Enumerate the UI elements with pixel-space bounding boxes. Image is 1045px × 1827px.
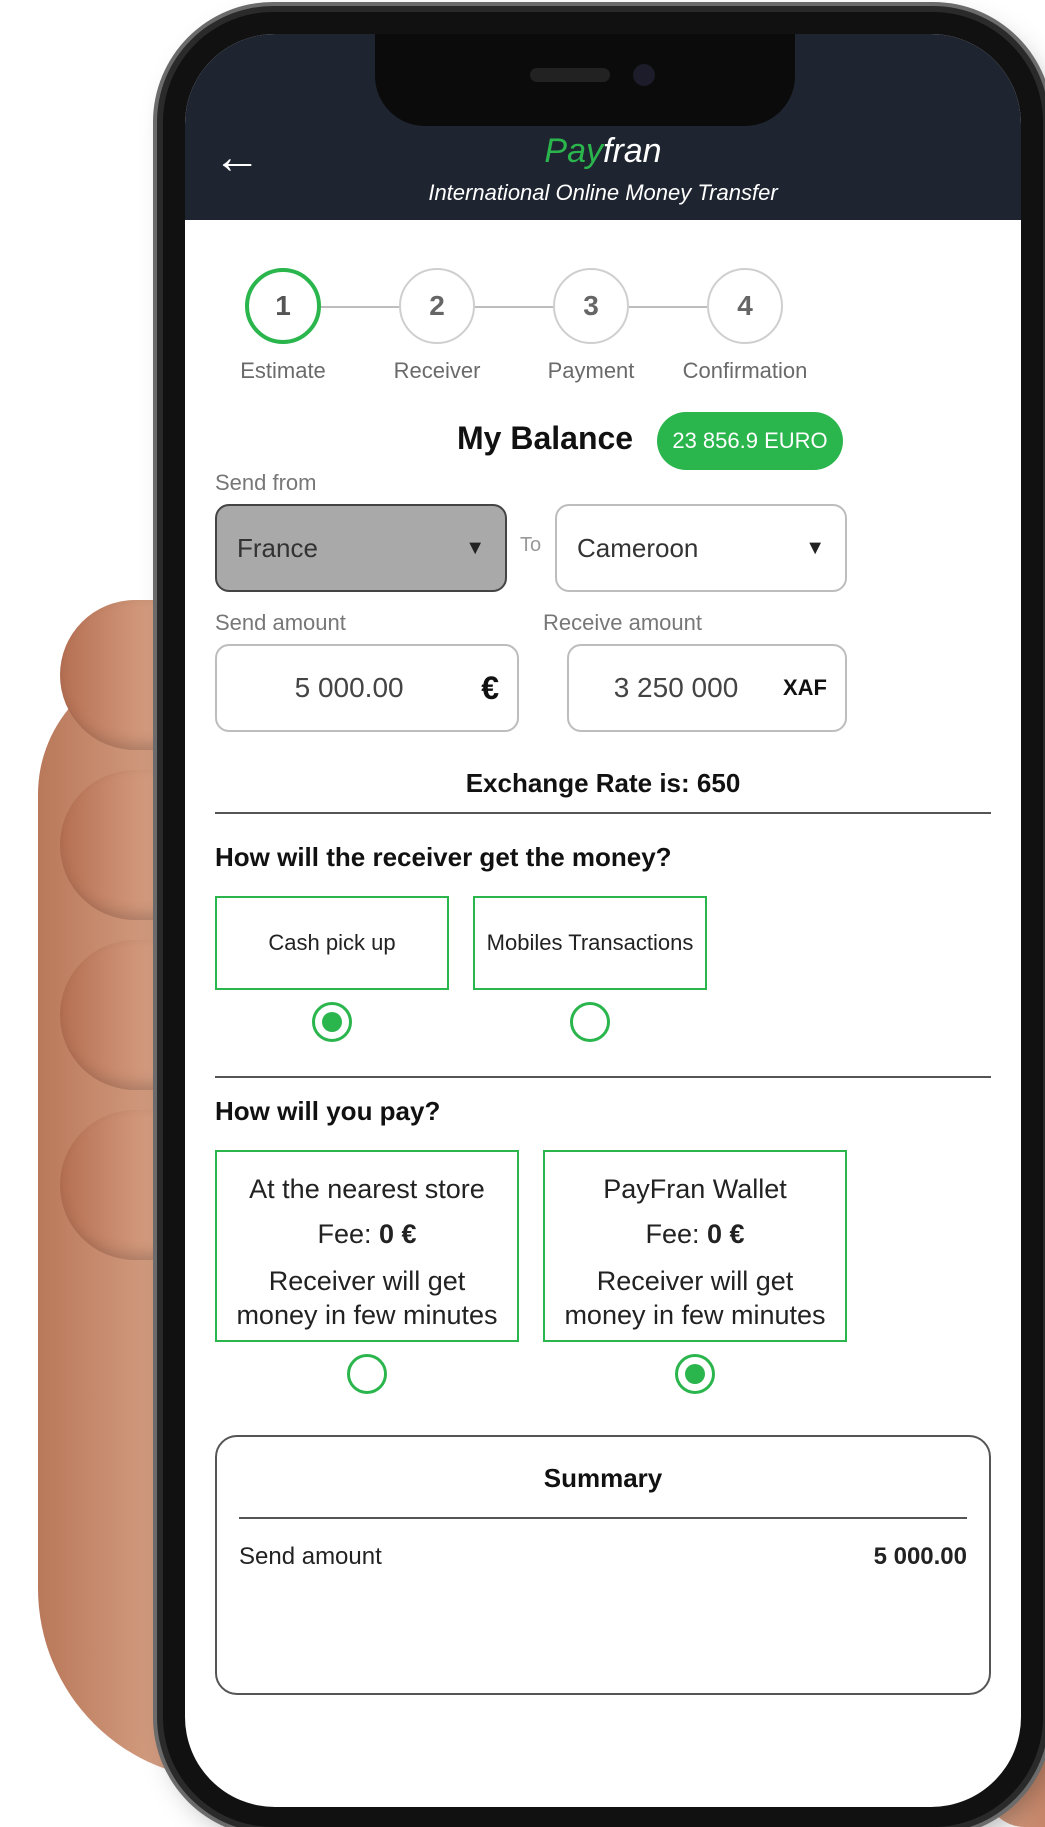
send-amount-field[interactable]: 5 000.00 € bbox=[215, 644, 519, 732]
receive-method-question: How will the receiver get the money? bbox=[215, 842, 672, 872]
radio-mobile-transactions[interactable] bbox=[570, 1002, 610, 1042]
summary-value: 5 000.00 bbox=[873, 1543, 967, 1570]
app-tagline: International Online Money Transfer bbox=[428, 180, 778, 205]
send-amount-value: 5 000.00 bbox=[294, 672, 404, 703]
summary-title: Summary bbox=[543, 1463, 663, 1493]
step-circle: 1 bbox=[245, 268, 321, 344]
pay-option-title: At the nearest store bbox=[249, 1174, 485, 1204]
option-label: Cash pick up bbox=[268, 930, 396, 955]
balance-title: My Balance bbox=[457, 420, 634, 456]
step-payment[interactable]: 3 Payment bbox=[548, 268, 634, 383]
phone-notch bbox=[375, 34, 795, 126]
radio-cash-pickup[interactable] bbox=[312, 1002, 352, 1042]
step-circle: 2 bbox=[399, 268, 475, 344]
step-label: Estimate bbox=[240, 358, 326, 383]
speaker bbox=[530, 68, 610, 82]
fee-label: Fee: bbox=[317, 1219, 372, 1249]
step-connector bbox=[321, 306, 399, 308]
step-circle: 4 bbox=[707, 268, 783, 344]
send-from-label: Send from bbox=[215, 470, 317, 495]
summary-card: Summary Send amount 5 000.00 bbox=[215, 1435, 991, 1695]
chevron-down-icon: ▼ bbox=[805, 536, 825, 559]
euro-icon: € bbox=[481, 669, 499, 706]
step-connector bbox=[629, 306, 707, 308]
step-circle: 3 bbox=[553, 268, 629, 344]
pay-option-store[interactable]: At the nearest store Fee: 0 € Receiver w… bbox=[215, 1150, 519, 1342]
step-receiver[interactable]: 2 Receiver bbox=[394, 268, 480, 383]
receive-amount-value: 3 250 000 bbox=[613, 672, 739, 703]
brand-fran: fran bbox=[603, 132, 662, 170]
from-country-value: France bbox=[237, 532, 318, 563]
step-connector bbox=[475, 306, 553, 308]
phone-screen: ← Payfran International Online Money Tra… bbox=[185, 34, 1021, 1807]
option-cash-pickup[interactable]: Cash pick up bbox=[215, 896, 449, 990]
pay-option-desc: Receiver will get money in few minutes bbox=[217, 1264, 517, 1332]
step-confirmation[interactable]: 4 Confirmation bbox=[683, 268, 807, 383]
summary-row: Send amount 5 000.00 bbox=[239, 1543, 967, 1571]
divider bbox=[215, 812, 991, 814]
receive-currency: XAF bbox=[783, 675, 827, 700]
balance-badge: 23 856.9 EURO bbox=[657, 412, 843, 470]
pay-option-wallet[interactable]: PayFran Wallet Fee: 0 € Receiver will ge… bbox=[543, 1150, 847, 1342]
step-label: Confirmation bbox=[682, 358, 808, 383]
step-label: Payment bbox=[547, 358, 635, 383]
pay-option-desc: Receiver will get money in few minutes bbox=[545, 1264, 845, 1332]
send-amount-label: Send amount bbox=[215, 610, 346, 635]
radio-pay-wallet[interactable] bbox=[675, 1354, 715, 1394]
desc-line: money in few minutes bbox=[564, 1300, 826, 1330]
summary-divider bbox=[239, 1517, 967, 1519]
stepper: 1 Estimate 2 Receiver 3 Payment 4 Confir… bbox=[240, 248, 865, 383]
from-country-select[interactable]: France ▼ bbox=[215, 504, 507, 592]
fee-value: 0 € bbox=[707, 1219, 745, 1249]
receive-amount-label: Receive amount bbox=[543, 610, 702, 635]
summary-label: Send amount bbox=[239, 1543, 382, 1570]
radio-pay-store[interactable] bbox=[347, 1354, 387, 1394]
fee-value: 0 € bbox=[379, 1219, 417, 1249]
brand-logo: Payfran bbox=[185, 132, 1021, 171]
step-label: Receiver bbox=[393, 358, 481, 383]
to-country-value: Cameroon bbox=[577, 532, 699, 563]
fee-label: Fee: bbox=[645, 1219, 700, 1249]
divider bbox=[215, 1076, 991, 1078]
brand-pay: Pay bbox=[544, 132, 603, 170]
receive-amount-field[interactable]: 3 250 000 XAF bbox=[567, 644, 847, 732]
pay-method-question: How will you pay? bbox=[215, 1096, 441, 1126]
pay-option-fee: Fee: 0 € bbox=[217, 1219, 517, 1250]
phone-frame: ← Payfran International Online Money Tra… bbox=[163, 12, 1043, 1827]
to-label: To bbox=[520, 534, 542, 556]
pay-option-title: PayFran Wallet bbox=[603, 1174, 787, 1204]
option-mobile-transactions[interactable]: Mobiles Transactions bbox=[473, 896, 707, 990]
desc-line: Receiver will get bbox=[596, 1266, 794, 1296]
exchange-rate: Exchange Rate is: 650 bbox=[465, 768, 741, 798]
desc-line: Receiver will get bbox=[268, 1266, 466, 1296]
chevron-down-icon: ▼ bbox=[465, 536, 485, 559]
pay-option-fee: Fee: 0 € bbox=[545, 1219, 845, 1250]
camera bbox=[633, 64, 655, 86]
to-country-select[interactable]: Cameroon ▼ bbox=[555, 504, 847, 592]
main-content: 1 Estimate 2 Receiver 3 Payment 4 Confir… bbox=[185, 220, 1021, 1807]
step-estimate[interactable]: 1 Estimate bbox=[240, 268, 326, 383]
desc-line: money in few minutes bbox=[236, 1300, 498, 1330]
option-label: Mobiles Transactions bbox=[486, 930, 694, 955]
